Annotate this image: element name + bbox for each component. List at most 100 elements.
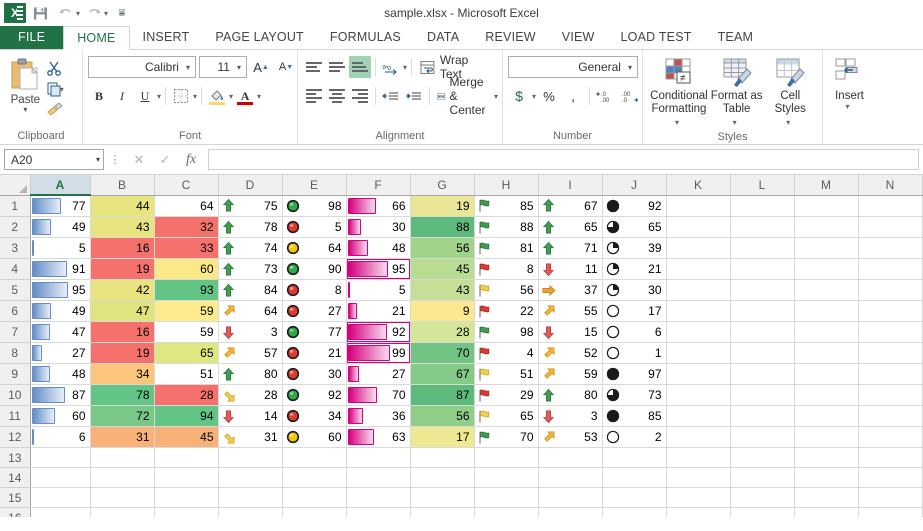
- number-format-caret-icon[interactable]: ▾: [625, 63, 635, 72]
- cell-G8[interactable]: 70: [410, 343, 474, 364]
- cell-F3[interactable]: 48: [346, 238, 410, 259]
- cell-F5[interactable]: 5: [346, 280, 410, 301]
- cell-L14[interactable]: [730, 468, 794, 488]
- cell-G1[interactable]: 19: [410, 195, 474, 217]
- cell-C1[interactable]: 64: [154, 195, 218, 217]
- fill-color-caret-icon[interactable]: ▾: [229, 92, 233, 101]
- cell-E15[interactable]: [282, 488, 346, 508]
- cell-I11[interactable]: 3: [538, 406, 602, 427]
- cell-K11[interactable]: [666, 406, 730, 427]
- cell-M8[interactable]: [794, 343, 858, 364]
- row-header-9[interactable]: 9: [0, 364, 30, 385]
- cell-G11[interactable]: 56: [410, 406, 474, 427]
- cell-K15[interactable]: [666, 488, 730, 508]
- conditional-formatting-button[interactable]: ≠ Conditional Formatting ▾: [648, 54, 710, 129]
- cell-B6[interactable]: 47: [90, 301, 154, 322]
- cell-J6[interactable]: 17: [602, 301, 666, 322]
- cell-F13[interactable]: [346, 448, 410, 468]
- cell-B15[interactable]: [90, 488, 154, 508]
- cell-G16[interactable]: [410, 508, 474, 518]
- cell-G3[interactable]: 56: [410, 238, 474, 259]
- column-header-d[interactable]: D: [218, 175, 282, 195]
- cell-D2[interactable]: 78: [218, 217, 282, 238]
- cut-button[interactable]: [46, 58, 77, 78]
- cell-I1[interactable]: 67: [538, 195, 602, 217]
- cell-I14[interactable]: [538, 468, 602, 488]
- cell-A2[interactable]: 49: [30, 217, 90, 238]
- cell-G5[interactable]: 43: [410, 280, 474, 301]
- cell-B8[interactable]: 19: [90, 343, 154, 364]
- orientation-caret-icon[interactable]: ▾: [403, 63, 407, 72]
- cell-F16[interactable]: [346, 508, 410, 518]
- cell-J13[interactable]: [602, 448, 666, 468]
- cell-M5[interactable]: [794, 280, 858, 301]
- cell-E14[interactable]: [282, 468, 346, 488]
- cell-F15[interactable]: [346, 488, 410, 508]
- save-icon[interactable]: [28, 2, 52, 24]
- comma-style-button[interactable]: ,: [562, 85, 584, 107]
- cell-C5[interactable]: 93: [154, 280, 218, 301]
- cell-H4[interactable]: 8: [474, 259, 538, 280]
- name-box-caret-icon[interactable]: ▾: [96, 155, 100, 164]
- format-as-table-caret-icon[interactable]: ▾: [733, 116, 737, 129]
- row-header-11[interactable]: 11: [0, 406, 30, 427]
- cell-D9[interactable]: 80: [218, 364, 282, 385]
- column-header-k[interactable]: K: [666, 175, 730, 195]
- cell-K13[interactable]: [666, 448, 730, 468]
- cell-K8[interactable]: [666, 343, 730, 364]
- cell-F7[interactable]: 92: [346, 322, 410, 343]
- row-header-12[interactable]: 12: [0, 427, 30, 448]
- cell-L8[interactable]: [730, 343, 794, 364]
- cell-I10[interactable]: 80: [538, 385, 602, 406]
- cell-B11[interactable]: 72: [90, 406, 154, 427]
- decrease-indent-button[interactable]: [380, 85, 402, 107]
- cell-I5[interactable]: 37: [538, 280, 602, 301]
- row-header-8[interactable]: 8: [0, 343, 30, 364]
- cell-H5[interactable]: 56: [474, 280, 538, 301]
- select-all-corner[interactable]: [0, 175, 30, 195]
- cell-D12[interactable]: 31: [218, 427, 282, 448]
- column-header-f[interactable]: F: [346, 175, 410, 195]
- redo-icon[interactable]: [82, 2, 106, 24]
- cell-N13[interactable]: [858, 448, 922, 468]
- column-header-m[interactable]: M: [794, 175, 858, 195]
- cell-C10[interactable]: 28: [154, 385, 218, 406]
- cell-L5[interactable]: [730, 280, 794, 301]
- insert-cells-caret-icon[interactable]: ▾: [845, 102, 849, 111]
- tab-review[interactable]: REVIEW: [472, 25, 549, 49]
- cell-H1[interactable]: 85: [474, 195, 538, 217]
- insert-function-icon[interactable]: fx: [178, 149, 204, 170]
- cell-E12[interactable]: 60: [282, 427, 346, 448]
- paste-dropdown-caret-icon[interactable]: ▾: [23, 106, 27, 113]
- cell-F14[interactable]: [346, 468, 410, 488]
- font-color-caret-icon[interactable]: ▾: [257, 92, 261, 101]
- cell-K4[interactable]: [666, 259, 730, 280]
- increase-decimal-button[interactable]: .0 .00: [595, 85, 617, 107]
- cell-H15[interactable]: [474, 488, 538, 508]
- cell-G2[interactable]: 88: [410, 217, 474, 238]
- cell-L1[interactable]: [730, 195, 794, 217]
- cell-E6[interactable]: 27: [282, 301, 346, 322]
- cell-L10[interactable]: [730, 385, 794, 406]
- cell-A15[interactable]: [30, 488, 90, 508]
- cell-I13[interactable]: [538, 448, 602, 468]
- cell-E3[interactable]: 64: [282, 238, 346, 259]
- cell-D16[interactable]: [218, 508, 282, 518]
- align-middle-button[interactable]: [326, 56, 348, 78]
- cell-A4[interactable]: 91: [30, 259, 90, 280]
- format-painter-button[interactable]: [46, 100, 77, 120]
- cell-B12[interactable]: 31: [90, 427, 154, 448]
- cell-N16[interactable]: [858, 508, 922, 518]
- borders-dropdown-caret-icon[interactable]: ▾: [193, 92, 197, 101]
- cell-I6[interactable]: 55: [538, 301, 602, 322]
- cell-H6[interactable]: 22: [474, 301, 538, 322]
- redo-dropdown-caret-icon[interactable]: ▾: [104, 9, 108, 18]
- cell-J15[interactable]: [602, 488, 666, 508]
- cell-H7[interactable]: 98: [474, 322, 538, 343]
- cell-N2[interactable]: [858, 217, 922, 238]
- cell-C4[interactable]: 60: [154, 259, 218, 280]
- cell-N10[interactable]: [858, 385, 922, 406]
- cell-M10[interactable]: [794, 385, 858, 406]
- cell-G9[interactable]: 67: [410, 364, 474, 385]
- cell-J12[interactable]: 2: [602, 427, 666, 448]
